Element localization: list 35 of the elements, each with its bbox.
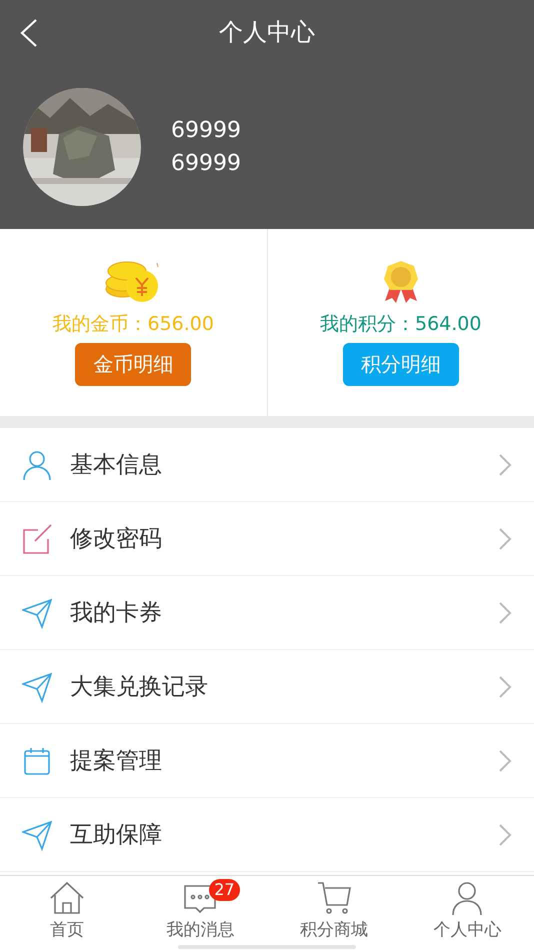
user-id: 69999 bbox=[171, 151, 241, 176]
tab-item[interactable]: 27 我的消息 bbox=[134, 876, 267, 950]
chevron-icon bbox=[498, 600, 512, 624]
menu-label: 互助保障 bbox=[70, 821, 163, 850]
tab-item[interactable]: 积分商城 bbox=[267, 876, 400, 950]
menu-row[interactable]: 基本信息 bbox=[0, 428, 534, 502]
chevron-icon bbox=[498, 674, 512, 698]
menu-label: 大集兑换记录 bbox=[70, 673, 209, 702]
send-icon bbox=[22, 670, 52, 702]
unread-badge: 27 bbox=[209, 879, 240, 901]
menu-label: 基本信息 bbox=[70, 451, 163, 480]
menu-row[interactable]: 互助保障 bbox=[0, 798, 534, 872]
cart-icon bbox=[316, 880, 352, 916]
menu-row[interactable]: 修改密码 bbox=[0, 502, 534, 576]
tab-item[interactable]: 个人中心 bbox=[400, 876, 534, 950]
person-icon bbox=[22, 448, 52, 480]
chevron-icon bbox=[498, 748, 512, 772]
chevron-icon bbox=[498, 822, 512, 846]
menu-row[interactable]: 提案管理 bbox=[0, 724, 534, 798]
edit-icon bbox=[22, 522, 52, 554]
send-icon bbox=[22, 596, 52, 628]
menu-label: 修改密码 bbox=[70, 525, 163, 554]
menu-row[interactable]: 大集兑换记录 bbox=[0, 650, 534, 724]
page-title: 个人中心 bbox=[219, 17, 315, 48]
menu-label: 提案管理 bbox=[70, 747, 163, 776]
user-id: 69999 bbox=[171, 118, 241, 143]
menu-label: 我的卡券 bbox=[70, 599, 163, 628]
balance-label: 我的积分：564.00 bbox=[320, 312, 482, 337]
home-icon bbox=[48, 880, 85, 916]
send-icon bbox=[22, 818, 52, 850]
chevron-icon bbox=[498, 452, 512, 476]
chevron-icon bbox=[498, 526, 512, 550]
balance-label: 我的金币：656.00 bbox=[52, 312, 214, 337]
tab-item[interactable]: 首页 bbox=[0, 876, 134, 950]
menu-row[interactable]: 我的卡券 bbox=[0, 576, 534, 650]
